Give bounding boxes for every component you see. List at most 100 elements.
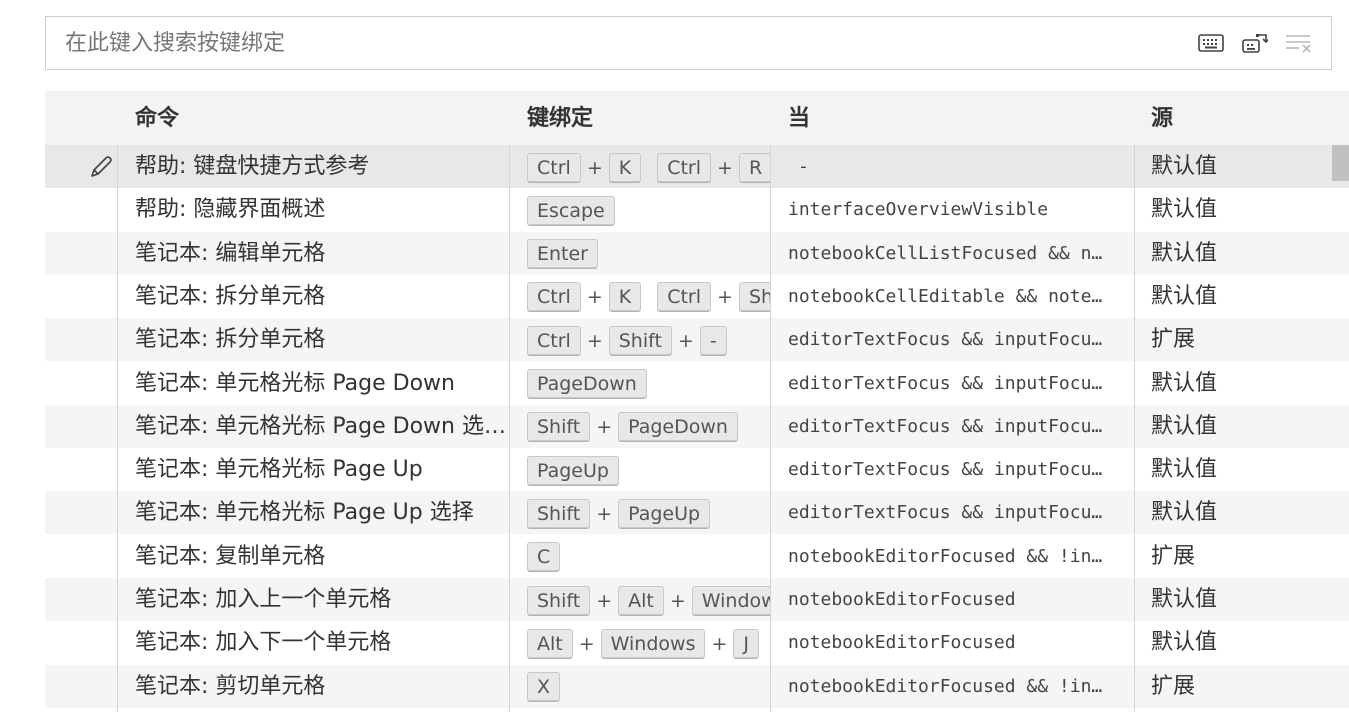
table-row[interactable]: 笔记本: 拆分单元格 Ctrl + Shift + - editorTextFocus &&… <box>45 318 1349 362</box>
key-chord: PageDown <box>527 362 647 405</box>
clear-filter-icon[interactable] <box>1281 29 1317 57</box>
sort-precedence-icon[interactable] <box>1237 29 1273 57</box>
column-divider <box>509 145 510 712</box>
key-chord: Alt + Windows + J <box>527 621 760 664</box>
keyboard-icon[interactable] <box>1193 29 1229 57</box>
header-keybinding[interactable]: 键绑定 <box>527 91 593 145</box>
key-label: Shift <box>527 585 591 616</box>
source-label: 默认值 <box>1151 457 1218 483</box>
when-clause: notebookEditorFocused && !in… <box>788 545 1103 567</box>
column-divider <box>1134 145 1135 712</box>
command-label: 笔记本: 拆分单元格 <box>135 327 326 353</box>
key-separator: + <box>711 632 728 655</box>
search-input[interactable] <box>46 17 1165 69</box>
source-label: 默认值 <box>1151 197 1218 223</box>
table-row[interactable]: 笔记本: 加入上一个单元格Shift+Alt+WindowsnotebookEd… <box>45 578 1349 621</box>
key-chord: Ctrl + K <box>527 145 642 188</box>
key-chord: Escape <box>527 188 615 231</box>
key-label: PageUp <box>618 498 711 529</box>
key-separator: + <box>586 156 603 179</box>
table-row[interactable]: 笔记本: 单元格光标 Page Down PageDown editorTextFo… <box>45 362 1349 405</box>
table-row[interactable]: 笔记本: 剪切单元格 XnotebookEditorFocused && !in…… <box>45 664 1349 708</box>
key-label: K <box>608 282 642 313</box>
key-chord: Ctrl + R <box>657 145 770 188</box>
header-command[interactable]: 命令 <box>135 91 179 145</box>
key-chord: C <box>527 535 561 578</box>
command-label: 帮助: 键盘快捷方式参考 <box>135 154 370 179</box>
key-chord: Enter <box>527 232 598 275</box>
source-label: 默认值 <box>1151 240 1218 266</box>
search-box <box>45 16 1332 70</box>
key-label: Escape <box>527 195 615 226</box>
key-chord: Shift + PageDown <box>527 405 738 448</box>
key-separator: + <box>677 329 694 352</box>
command-label: 帮助: 隐藏界面概述 <box>135 197 326 223</box>
key-label: Windows <box>691 585 770 616</box>
source-label: 默认值 <box>1151 630 1218 656</box>
key-label: Enter <box>527 239 598 270</box>
key-chord: X <box>527 665 561 708</box>
key-label: Ctrl <box>527 282 581 313</box>
column-divider <box>770 145 771 712</box>
key-chord: Ctrl + Shift + - <box>527 318 727 361</box>
vertical-scrollbar[interactable] <box>1332 145 1349 712</box>
key-separator: + <box>586 286 603 309</box>
key-separator: + <box>717 286 733 309</box>
when-clause: notebookEditorFocused && !in… <box>788 675 1103 697</box>
when-clause: notebookEditorFocused <box>788 632 1016 654</box>
keybinding-cell: Ctrl+KCtrl+Shift <box>527 275 770 318</box>
when-clause: editorTextFocus && inputFocu… <box>788 459 1103 481</box>
table-row[interactable]: 笔记本: 加入下一个单元格 Alt + Windows + J notebookEditor… <box>45 621 1349 664</box>
source-label: 扩展 <box>1151 673 1196 699</box>
table-row[interactable]: 笔记本: 复制单元格 CnotebookEditorFocused && !in…… <box>45 535 1349 578</box>
command-label: 笔记本: 编辑单元格 <box>135 240 326 266</box>
command-label: 笔记本: 加入下一个单元格 <box>135 630 392 656</box>
source-label: 默认值 <box>1151 370 1218 396</box>
keybinding-cell: Escape <box>527 188 770 231</box>
key-separator: + <box>578 632 595 655</box>
source-label: 默认值 <box>1151 587 1218 612</box>
scrollbar-thumb[interactable] <box>1332 145 1349 181</box>
source-label: 默认值 <box>1151 500 1218 526</box>
when-clause: editorTextFocus && inputFocu… <box>788 502 1103 524</box>
table-row[interactable]: 帮助: 隐藏界面概述 Escape interfaceOverviewVisible… <box>45 188 1349 231</box>
key-label: J <box>733 628 760 659</box>
key-chord: PageUp <box>527 448 619 491</box>
keybinding-cell: Ctrl + Shift + - <box>527 318 770 361</box>
key-chord: Shift + PageUp <box>527 491 711 534</box>
column-divider <box>117 145 118 712</box>
header-when[interactable]: 当 <box>788 91 810 145</box>
table-row[interactable]: 笔记本: 单元格光标 Page Up 选择 Shift + PageUp editorT… <box>45 491 1349 535</box>
keybinding-cell: X <box>527 665 770 708</box>
keybinding-cell: Ctrl + K Ctrl + R <box>527 145 770 188</box>
keybinding-cell: Enter <box>527 232 770 275</box>
source-label: 默认值 <box>1151 154 1218 179</box>
keybinding-cell: Shift + PageDown <box>527 405 770 448</box>
key-chord: Shift+Alt+Windows <box>527 578 770 621</box>
key-label: R <box>738 152 770 183</box>
table-row[interactable]: 笔记本: 单元格光标 Page Up PageUp editorTextFocus … <box>45 448 1349 491</box>
header-source[interactable]: 源 <box>1151 91 1173 145</box>
key-label: PageDown <box>527 369 647 399</box>
command-label: 笔记本: 单元格光标 Page Down <box>135 370 455 396</box>
source-label: 默认值 <box>1151 283 1218 309</box>
when-clause: notebookEditorFocused <box>788 589 1016 610</box>
keybinding-cell: PageUp <box>527 448 770 491</box>
keybindings-table: 命令 键绑定 当 源 帮助: 键盘快捷方式参考 Ctrl + K Ctrl + R - 默认值帮… <box>45 91 1349 712</box>
when-clause: notebookCellListFocused && n… <box>788 242 1103 264</box>
table-row[interactable]: 帮助: 键盘快捷方式参考 Ctrl + K Ctrl + R - 默认值 <box>45 145 1349 188</box>
key-label: Shift <box>738 282 770 313</box>
table-header: 命令 键绑定 当 源 <box>45 91 1349 145</box>
key-separator: + <box>717 156 733 179</box>
table-row[interactable]: 笔记本: 拆分单元格Ctrl+KCtrl+ShiftnotebookCellEd… <box>45 275 1349 318</box>
table-row[interactable]: 笔记本: 单元格光标 Page Down 选… Shift + PageDown edi… <box>45 404 1349 448</box>
keybinding-cell: Shift+Alt+Windows <box>527 578 770 621</box>
key-label: PageDown <box>618 412 738 443</box>
key-separator: + <box>596 589 613 612</box>
command-label: 笔记本: 剪切单元格 <box>135 673 326 699</box>
key-label: Shift <box>527 412 591 443</box>
command-label: 笔记本: 单元格光标 Page Up <box>135 457 423 483</box>
edit-icon[interactable] <box>87 153 115 181</box>
key-separator: + <box>669 589 686 612</box>
table-row[interactable]: 笔记本: 编辑单元格 Enter notebookCellListFocused &… <box>45 231 1349 275</box>
